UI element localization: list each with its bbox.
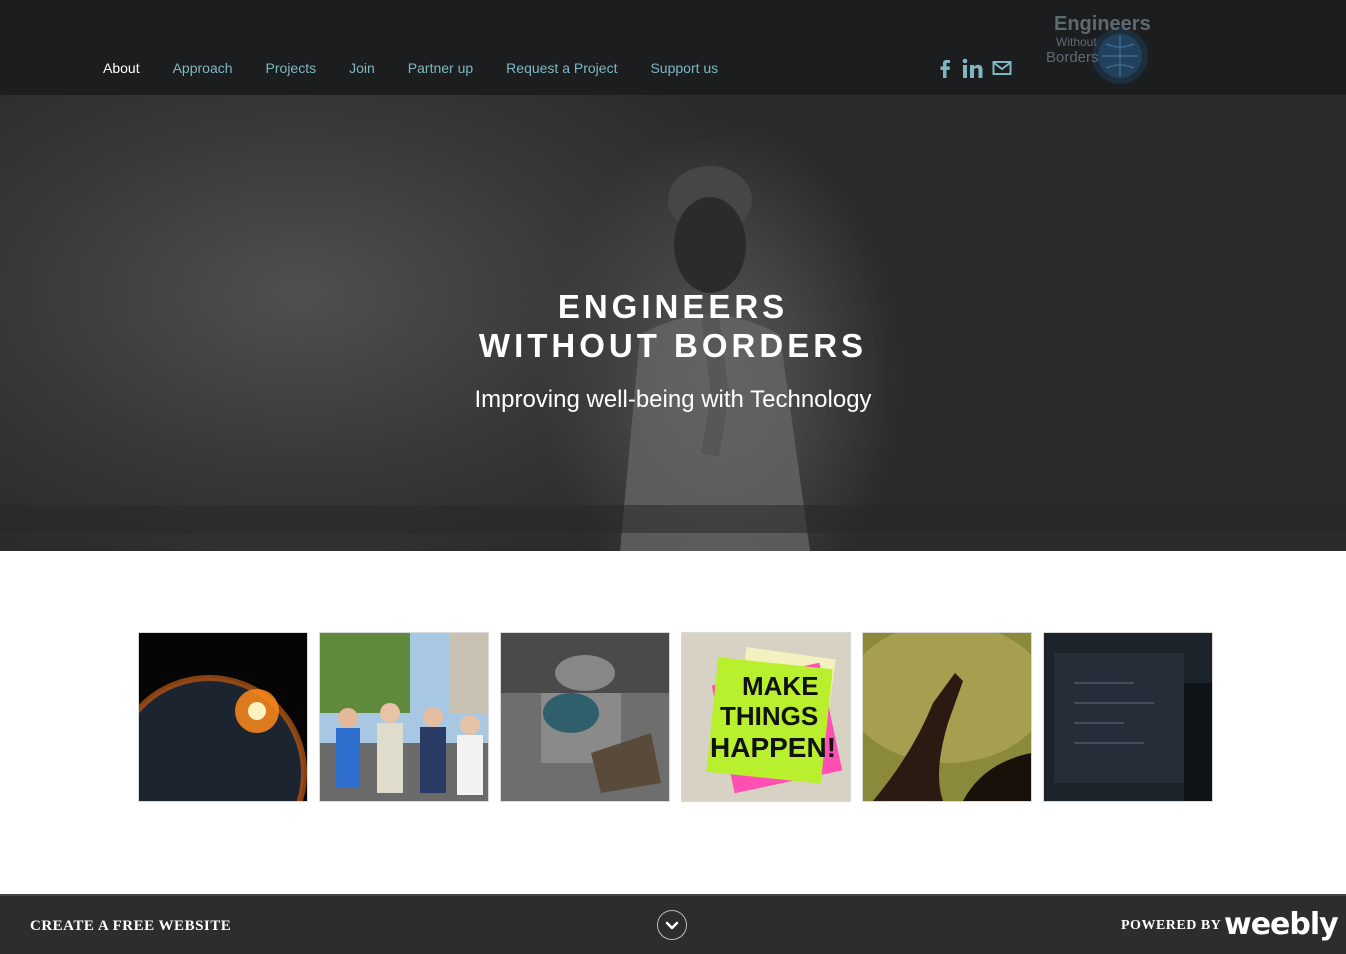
note-line1: MAKE xyxy=(742,671,819,701)
nav-item-approach[interactable]: Approach xyxy=(173,60,233,76)
site-logo[interactable]: Engineers Without Borders xyxy=(1040,6,1156,88)
create-website-link[interactable]: CREATE A FREE WEBSITE xyxy=(30,918,231,935)
weebly-logo[interactable]: weebly xyxy=(1224,910,1339,940)
gallery-image-make-things-happen[interactable]: MAKE THINGS HAPPEN! xyxy=(681,632,851,802)
hero-banner: ENGINEERS WITHOUT BORDERS Improving well… xyxy=(0,95,1346,551)
logo-line3: Borders xyxy=(1046,49,1099,66)
nav-item-partner-up[interactable]: Partner up xyxy=(408,60,473,76)
image-gallery: MAKE THINGS HAPPEN! xyxy=(138,632,1224,802)
facebook-icon[interactable] xyxy=(936,57,954,84)
gallery-image-workshop[interactable] xyxy=(500,632,670,802)
weebly-footer-bar: CREATE A FREE WEBSITE POWERED BY weebly xyxy=(0,894,1346,954)
nav-item-join[interactable]: Join xyxy=(349,60,375,76)
gallery-image-earth[interactable] xyxy=(138,632,308,802)
nav-item-about[interactable]: About xyxy=(103,60,140,76)
site-header: About Approach Projects Join Partner up … xyxy=(0,0,1346,95)
gallery-image-chalkboard[interactable] xyxy=(1043,632,1213,802)
chevron-down-icon[interactable] xyxy=(657,910,687,940)
gallery-image-raised-hand[interactable] xyxy=(862,632,1032,802)
social-links xyxy=(936,57,1020,84)
hero-title-line2: WITHOUT BORDERS xyxy=(478,327,868,364)
logo-line1: Engineers xyxy=(1054,13,1151,35)
note-line2: THINGS xyxy=(720,701,818,731)
powered-by-label: POWERED BY xyxy=(1121,918,1222,933)
nav-item-request-project[interactable]: Request a Project xyxy=(506,60,617,76)
gallery-image-team[interactable] xyxy=(319,632,489,802)
note-line3: HAPPEN! xyxy=(710,732,836,763)
nav-item-projects[interactable]: Projects xyxy=(266,60,317,76)
hero-subtitle: Improving well-being with Technology xyxy=(474,386,872,413)
hero-title-line1: ENGINEERS xyxy=(557,288,789,325)
hero-title: ENGINEERS WITHOUT BORDERS xyxy=(0,287,1346,365)
mail-icon[interactable] xyxy=(992,60,1012,81)
main-nav: About Approach Projects Join Partner up … xyxy=(103,60,751,76)
logo-line2: Without xyxy=(1056,35,1097,49)
nav-item-support-us[interactable]: Support us xyxy=(650,60,718,76)
linkedin-icon[interactable] xyxy=(962,57,984,84)
